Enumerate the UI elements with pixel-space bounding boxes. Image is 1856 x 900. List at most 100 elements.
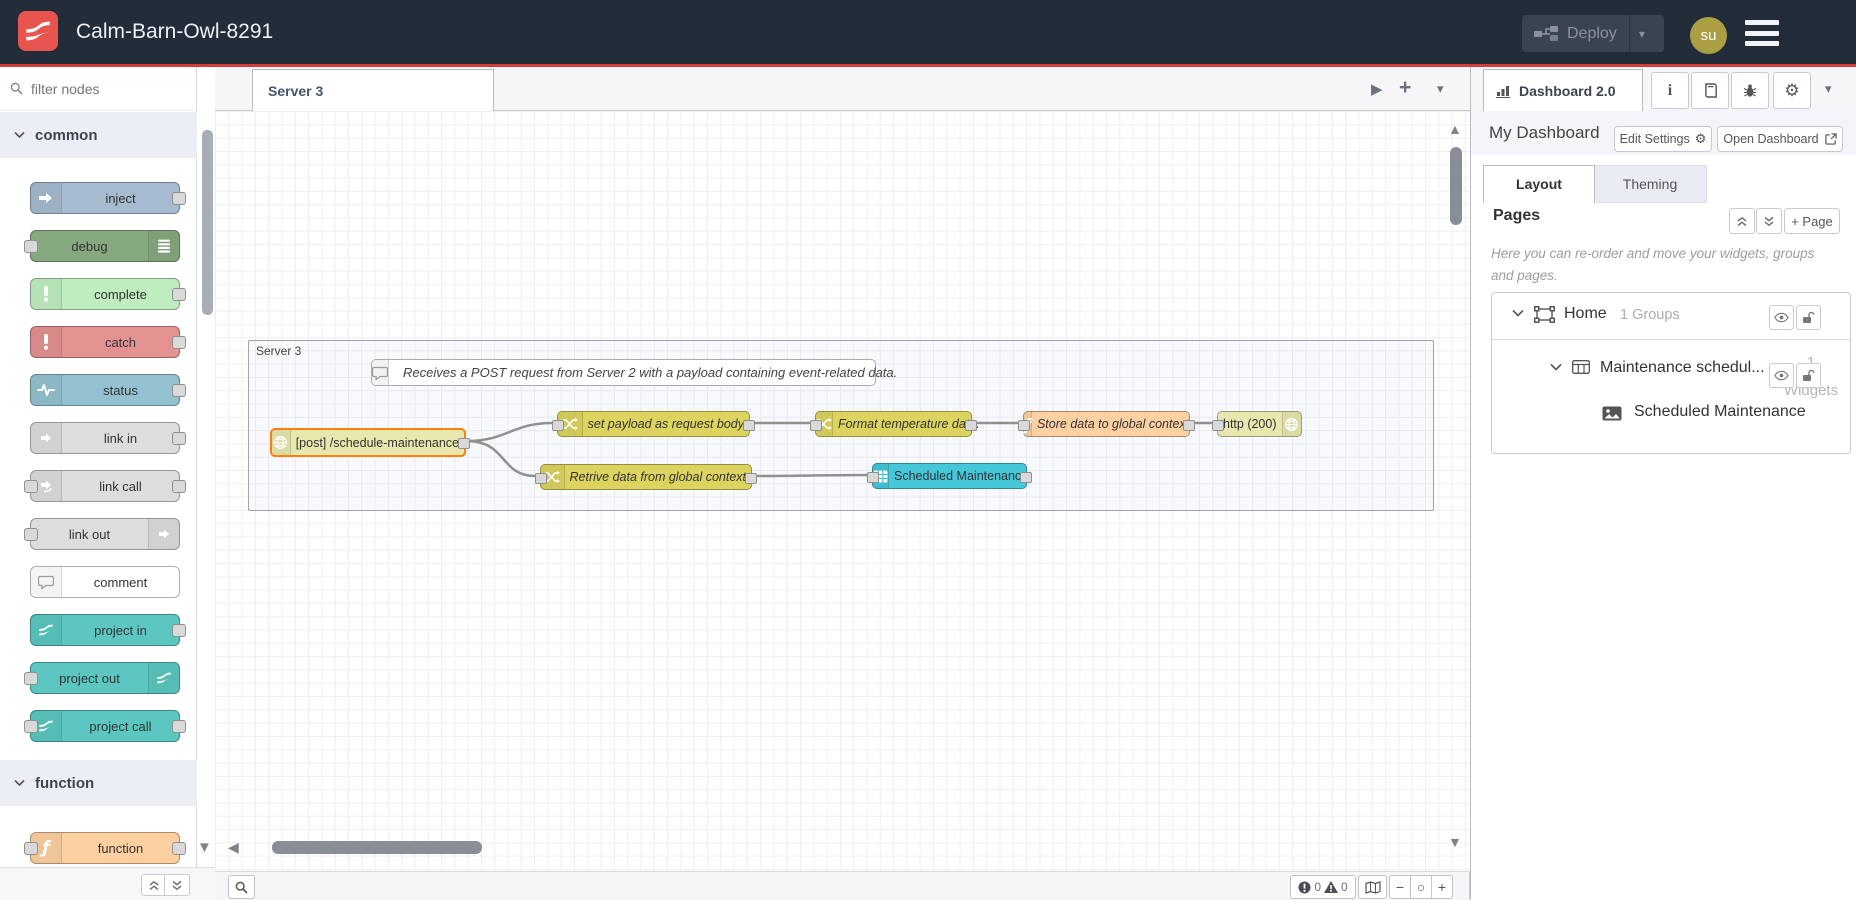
scroll-down-icon[interactable]: ▼ [1448,834,1462,850]
node-port-out[interactable] [458,438,470,449]
tab-server-3[interactable]: Server 3 [252,69,494,111]
help-tab-button[interactable] [1691,72,1729,109]
visibility-toggle-button[interactable] [1769,305,1794,330]
lock-toggle-button[interactable] [1796,363,1821,388]
palette-node-status[interactable]: status [30,374,186,406]
node-palette: common inject debug complete catch statu… [0,67,216,900]
palette-node-inject[interactable]: inject [30,182,186,214]
palette-node-link-call[interactable]: link call [24,470,186,502]
visibility-toggle-button[interactable] [1769,363,1794,388]
tab-list-chevron-icon[interactable]: ▾ [1437,81,1444,97]
notification-counts[interactable]: 0 0 [1290,875,1356,899]
v-scrollbar-thumb[interactable] [1450,147,1462,225]
zoom-out-button[interactable]: − [1390,876,1411,898]
change-node-set-payload[interactable]: set payload as request body [552,411,755,437]
palette-node-link-in[interactable]: link in [30,422,186,454]
unlock-icon [1802,311,1815,324]
flow-canvas[interactable]: Server 3 Receives a POST request from Se… [215,111,1470,871]
tab-theming[interactable]: Theming [1593,165,1707,203]
node-port-out[interactable] [1020,472,1032,483]
info-tab-button[interactable]: i [1651,72,1689,109]
filter-nodes-input[interactable] [29,79,183,98]
palette-category-common[interactable]: common [0,112,197,158]
page-title: Calm-Barn-Owl-8291 [76,20,274,43]
canvas-search-button[interactable] [228,875,255,899]
ui-table-node[interactable]: Scheduled Maintenance [867,463,1032,489]
change-node-format-temp[interactable]: Format temperature data. [810,411,980,437]
scroll-left-icon[interactable]: ◀ [228,839,239,856]
palette-node-project-out[interactable]: project out [24,662,180,694]
http-in-node[interactable]: [post] /schedule-maintenance [270,428,470,457]
avatar[interactable]: su [1690,17,1727,54]
add-page-button[interactable]: + Page [1784,208,1840,234]
dashboard-tree: Home 1 Groups 1 Widgets Maintenance sche… [1491,292,1851,454]
node-port-in[interactable] [1212,420,1224,431]
deploy-chevron-down-icon[interactable]: ▾ [1630,27,1654,41]
tree-widget-name[interactable]: Scheduled Maintenance [1634,403,1806,421]
function-node-store-global[interactable]: ƒ Store data to global context [1018,411,1195,437]
palette-node-catch[interactable]: catch [30,326,186,358]
pages-help-text: Here you can re-order and move your widg… [1491,246,1815,283]
main-menu-icon[interactable] [1745,20,1779,46]
node-port [24,842,38,855]
zoom-reset-button[interactable]: ○ [1411,876,1432,898]
h-scrollbar-thumb[interactable] [272,841,482,854]
sidebar-tabs-chevron-icon[interactable]: ▾ [1825,81,1832,97]
node-port [172,842,186,855]
edit-settings-button[interactable]: Edit Settings ⚙ [1614,126,1712,152]
palette-node-project-call[interactable]: project call [24,710,186,742]
globe-icon [1281,412,1301,436]
open-dashboard-button[interactable]: Open Dashboard [1717,126,1843,152]
exclamation-icon [31,279,62,309]
node-red-glyph-icon [148,663,179,693]
http-response-node[interactable]: http (200) [1212,411,1302,437]
node-red-logo-icon [18,11,58,51]
tab-dashboard-2[interactable]: Dashboard 2.0 [1483,69,1643,111]
pages-collapse-all-button[interactable] [1729,208,1755,234]
scroll-down-icon[interactable]: ▼ [197,839,212,856]
node-port-out[interactable] [965,420,977,431]
palette-node-comment[interactable]: comment [30,566,180,598]
eye-icon [1774,312,1789,323]
add-flow-icon[interactable]: + [1399,76,1411,100]
expand-all-button[interactable] [164,874,190,896]
pages-expand-all-button[interactable] [1756,208,1782,234]
node-port-in[interactable] [867,472,879,483]
config-tab-button[interactable]: ⚙ [1773,72,1811,109]
node-port-in[interactable] [1018,420,1030,431]
palette-node-link-out[interactable]: link out [24,518,180,550]
change-node-retrieve-global[interactable]: Retrive data from global context [535,464,757,490]
node-port-out[interactable] [745,473,757,484]
node-port-in[interactable] [552,420,564,431]
palette-category-function[interactable]: function [0,760,197,806]
next-tab-icon[interactable]: ▶ [1371,80,1383,98]
palette-node-function[interactable]: ƒ function [24,832,186,864]
palette-border [196,67,197,867]
palette-node-project-in[interactable]: project in [30,614,186,646]
lock-toggle-button[interactable] [1796,305,1821,330]
chevron-down-icon[interactable] [1512,309,1524,318]
tree-page-name[interactable]: Home [1564,305,1607,323]
navigator-button[interactable] [1358,875,1387,899]
warning-icon [1324,881,1338,893]
palette-scrollbar-thumb[interactable] [202,130,213,315]
node-port-out[interactable] [743,420,755,431]
node-port [24,720,38,733]
palette-node-debug[interactable]: debug [24,230,180,262]
node-port-in[interactable] [810,420,822,431]
zoom-in-button[interactable]: + [1432,876,1452,898]
tab-layout[interactable]: Layout [1483,165,1595,203]
deploy-button[interactable]: Deploy ▾ [1522,15,1664,52]
node-port-out[interactable] [1183,420,1195,431]
tree-group-name[interactable]: Maintenance schedul... [1600,359,1765,377]
debug-tab-button[interactable] [1731,72,1769,109]
pages-title: Pages [1493,207,1541,224]
node-port-in[interactable] [535,473,547,484]
comment-node[interactable]: Receives a POST request from Server 2 wi… [371,359,897,386]
warning-count: 0 [1341,880,1348,894]
palette-node-complete[interactable]: complete [30,278,186,310]
flow-wires [466,421,1212,478]
deploy-label: Deploy [1567,24,1617,42]
chevron-down-icon[interactable] [1550,363,1562,372]
scroll-up-icon[interactable]: ▲ [1448,121,1462,137]
